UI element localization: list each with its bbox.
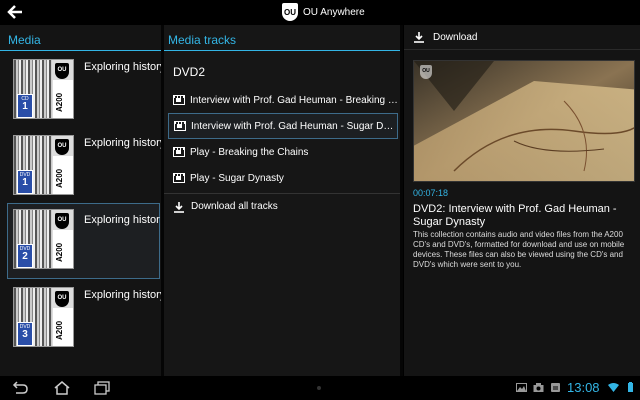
battery-icon (628, 382, 633, 392)
media-item[interactable]: CD1 OU A200 Exploring history: modern 14… (0, 51, 161, 127)
course-code: A200 (55, 320, 64, 340)
ou-logo-icon: OU (282, 3, 298, 21)
home-indicator-dot (317, 386, 321, 390)
ou-logo-icon: OU (55, 63, 69, 79)
tracks-header: Media tracks (164, 25, 400, 51)
course-code: A200 (55, 168, 64, 188)
track-label: Interview with Prof. Gad Heuman - Breaki… (190, 94, 400, 106)
media-title: Exploring history: modern 1400-1900 (84, 214, 160, 226)
track-label: Play - Breaking the Chains (190, 146, 309, 158)
film-icon (173, 147, 185, 157)
media-thumbnail: DVD 3 OU A200 (13, 287, 74, 347)
nav-recents-icon[interactable] (92, 380, 112, 396)
nav-home-icon[interactable] (52, 380, 72, 396)
wifi-icon (608, 383, 619, 392)
nav-back-icon[interactable] (10, 380, 30, 396)
track-item[interactable]: Play - Breaking the Chains (164, 139, 400, 165)
download-button[interactable]: Download (404, 25, 640, 50)
course-code: A200 (55, 92, 64, 112)
download-all-button[interactable]: Download all tracks (164, 193, 400, 219)
download-label: Download (433, 31, 478, 43)
action-bar: OU OU Anywhere (0, 0, 640, 25)
disc-badge: DVD 1 (17, 170, 33, 194)
back-arrow-icon[interactable] (4, 2, 26, 22)
gallery-icon (516, 383, 527, 392)
media-title: Exploring history: modern 1400 -1900 (84, 61, 161, 73)
media-title: Exploring history: modern 1400 -1900 (84, 137, 161, 149)
disc-badge: DVD 2 (17, 244, 33, 268)
download-icon (174, 201, 184, 213)
media-header: Media (0, 25, 161, 51)
status-clock: 13:08 (567, 380, 600, 395)
disc-badge: DVD 3 (17, 322, 33, 346)
ou-logo-icon: OU (55, 213, 69, 229)
system-nav-bar: 13:08 (0, 376, 640, 400)
detail-description: This collection contains audio and video… (413, 230, 625, 269)
track-label: Interview with Prof. Gad Heuman - Sugar … (191, 120, 397, 132)
ou-logo-icon: OU (55, 291, 69, 307)
detail-title: DVD2: Interview with Prof. Gad Heuman - … (413, 203, 617, 228)
detail-panel: Download OU 00:07:18 DVD2: Interview wit… (404, 25, 640, 376)
film-icon (173, 95, 185, 105)
course-code: A200 (55, 242, 64, 262)
media-title: Exploring history: modern 1400 -1900 (84, 289, 161, 301)
track-group-label: DVD2 (173, 65, 206, 79)
track-item[interactable]: Play - Sugar Dynasty (164, 165, 400, 191)
media-item-selected[interactable]: DVD2 OU A200 Exploring history: modern 1… (7, 203, 160, 279)
media-thumbnail: DVD 1 OU A200 (13, 135, 74, 195)
panel-divider (400, 25, 403, 376)
media-thumbnail: CD 1 OU A200 (13, 59, 74, 119)
film-icon (173, 173, 185, 183)
video-frame (414, 61, 634, 181)
video-timecode: 00:07:18 (413, 188, 449, 198)
app-title: OU Anywhere (303, 6, 365, 18)
film-icon (174, 121, 186, 131)
download-icon (414, 32, 424, 43)
media-item[interactable]: DVD1 OU A200 Exploring history: modern 1… (0, 127, 161, 203)
disc-badge: CD 1 (17, 94, 33, 118)
media-thumbnail: DVD 2 OU A200 (13, 209, 74, 269)
media-item[interactable]: DVD3 OU A200 Exploring history: modern 1… (0, 279, 161, 355)
app-title-group: OU OU Anywhere (282, 2, 365, 22)
tracks-panel: Media tracks DVD2 Interview with Prof. G… (164, 25, 400, 376)
ou-watermark-icon: OU (420, 65, 432, 79)
video-player[interactable]: OU (413, 60, 635, 182)
download-all-label: Download all tracks (191, 201, 278, 212)
camera-icon (533, 383, 544, 392)
media-panel: Media CD1 OU A200 Exploring history: mod… (0, 25, 161, 376)
track-item[interactable]: Interview with Prof. Gad Heuman - Breaki… (164, 87, 400, 113)
ou-logo-icon: OU (55, 139, 69, 155)
track-label: Play - Sugar Dynasty (190, 172, 284, 184)
track-item-selected[interactable]: Interview with Prof. Gad Heuman - Sugar … (168, 113, 398, 139)
notification-icon (551, 383, 560, 392)
